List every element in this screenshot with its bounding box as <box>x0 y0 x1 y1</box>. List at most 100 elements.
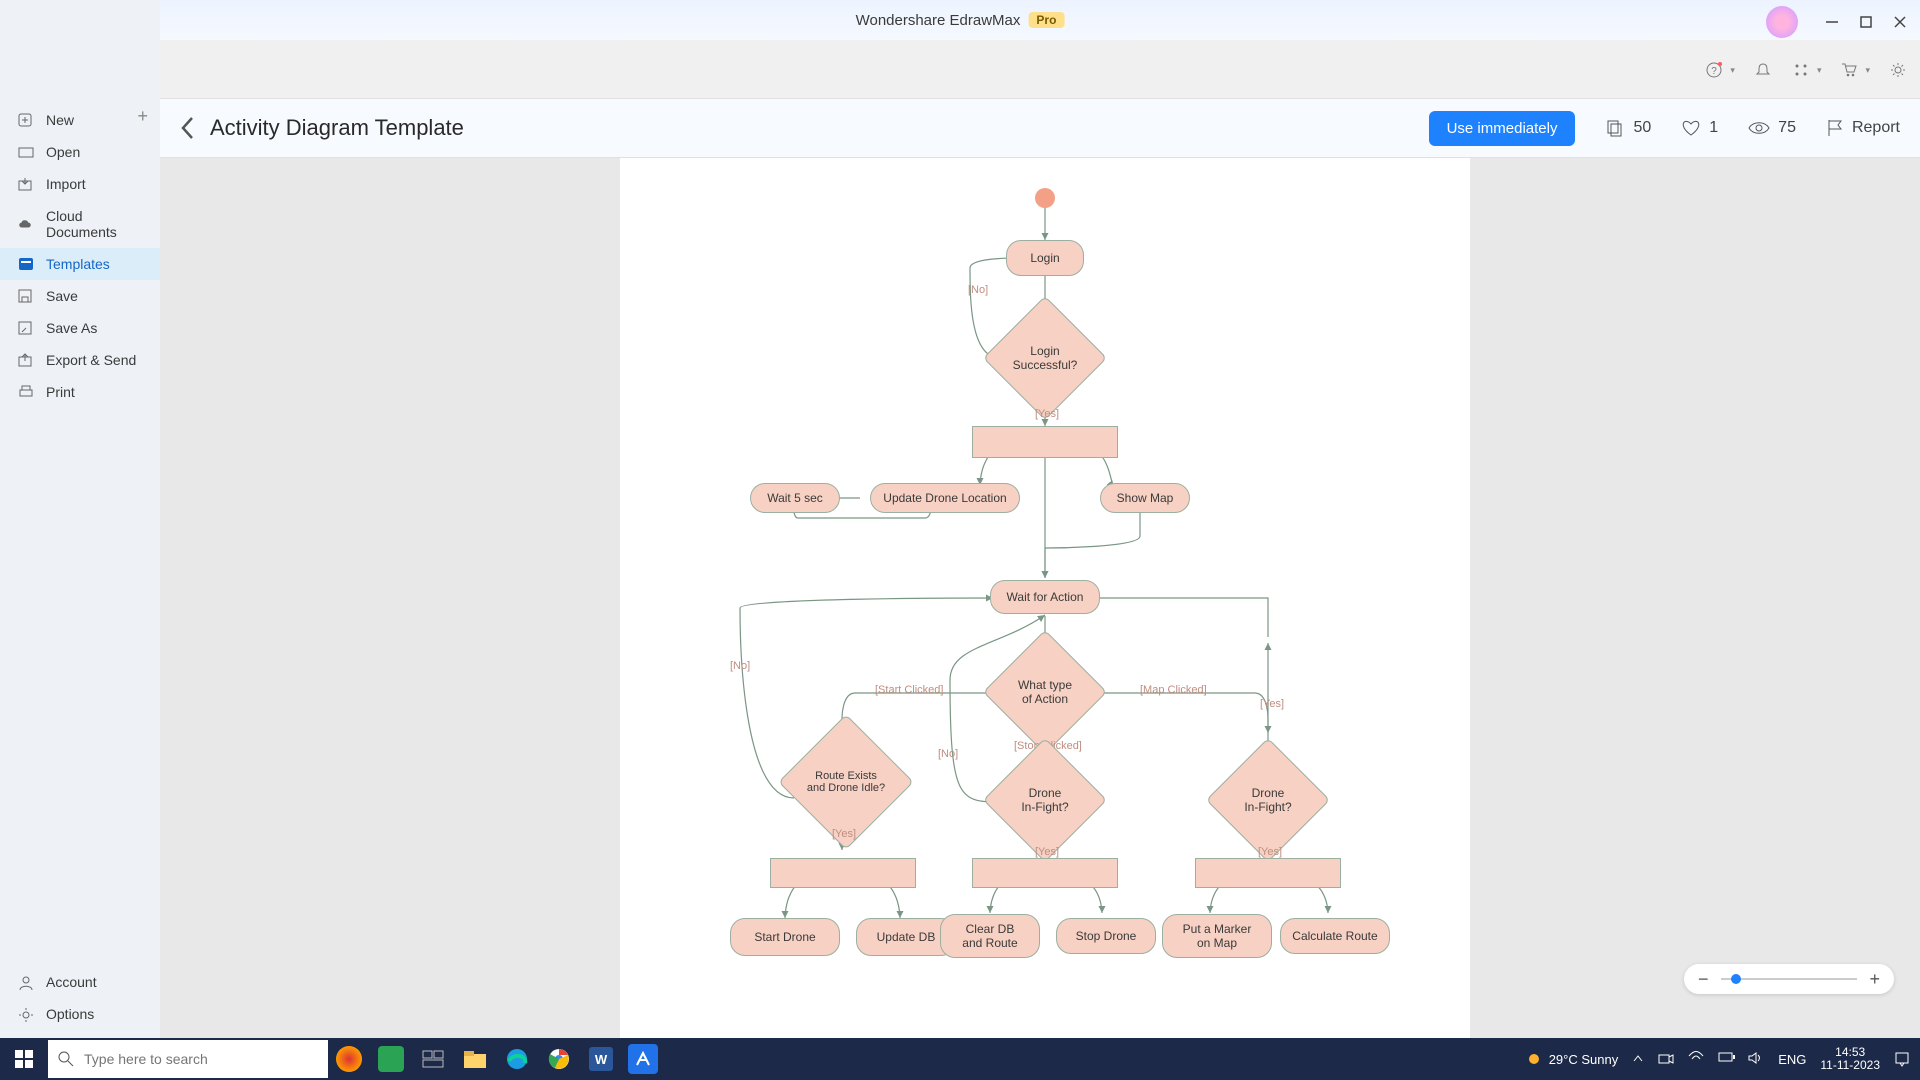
node-drone-infight-1[interactable]: Drone In-Fight? <box>1001 756 1089 844</box>
battery-icon[interactable] <box>1718 1051 1734 1067</box>
use-immediately-button[interactable]: Use immediately <box>1429 111 1576 146</box>
tray-chevron-icon[interactable] <box>1632 1053 1644 1065</box>
maximize-button[interactable] <box>1856 12 1876 32</box>
help-icon[interactable]: ? <box>1704 60 1724 80</box>
node-login-successful[interactable]: Login Successful? <box>1001 314 1089 402</box>
file-explorer-icon[interactable] <box>460 1044 490 1074</box>
sidebar-item-cloud[interactable]: Cloud Documents <box>0 200 160 248</box>
node-show-map[interactable]: Show Map <box>1100 483 1190 513</box>
search-icon <box>58 1051 74 1067</box>
cart-icon[interactable] <box>1839 60 1859 80</box>
save-icon <box>18 289 34 303</box>
sidebar-item-label: Save <box>46 288 78 304</box>
sidebar-item-label: New <box>46 112 74 128</box>
node-stop-drone[interactable]: Stop Drone <box>1056 918 1156 954</box>
apps-chevron-icon[interactable]: ▾ <box>1817 65 1822 76</box>
sidebar-item-label: Cloud Documents <box>46 208 142 240</box>
diagram-canvas[interactable]: Login Login Successful? [No] [Yes] Wait … <box>620 158 1470 1038</box>
page-title: Activity Diagram Template <box>210 115 464 141</box>
notifications-icon[interactable] <box>1894 1051 1910 1067</box>
node-wait-action[interactable]: Wait for Action <box>990 580 1100 614</box>
zoom-out-icon[interactable]: − <box>1698 969 1709 990</box>
settings-gear-icon[interactable] <box>1888 60 1908 80</box>
word-icon[interactable]: W <box>586 1044 616 1074</box>
fork-bar-4[interactable] <box>1195 858 1341 888</box>
sidebar-item-print[interactable]: Print <box>0 376 160 408</box>
node-start-drone[interactable]: Start Drone <box>730 918 840 956</box>
bell-icon[interactable] <box>1753 60 1773 80</box>
node-clear-db[interactable]: Clear DB and Route <box>940 914 1040 958</box>
cart-chevron-icon[interactable]: ▾ <box>1865 65 1870 76</box>
apps-icon[interactable] <box>1791 60 1811 80</box>
minimize-button[interactable] <box>1822 12 1842 32</box>
edrawmax-icon[interactable] <box>628 1044 658 1074</box>
node-what-type[interactable]: What type of Action <box>1001 648 1089 736</box>
node-calc-route[interactable]: Calculate Route <box>1280 918 1390 954</box>
sidebar: New + Open Import Cloud Documents Templa… <box>0 0 160 1080</box>
node-login[interactable]: Login <box>1006 240 1084 276</box>
sidebar-item-label: Print <box>46 384 75 400</box>
edge-label-start: [Start Clicked] <box>875 684 943 696</box>
task-view-icon[interactable] <box>418 1044 448 1074</box>
node-update-drone-loc[interactable]: Update Drone Location <box>870 483 1020 513</box>
weather-widget[interactable]: 29°C Sunny <box>1525 1050 1619 1068</box>
clock[interactable]: 14:53 11-11-2023 <box>1820 1046 1880 1072</box>
meet-now-icon[interactable] <box>1658 1051 1674 1067</box>
folder-open-icon <box>18 145 34 159</box>
zoom-control[interactable]: − + <box>1684 964 1894 994</box>
edge-label-yes2: [Yes] <box>1260 698 1284 710</box>
zoom-slider[interactable] <box>1721 978 1858 980</box>
fork-bar-1[interactable] <box>972 426 1118 458</box>
fork-bar-3[interactable] <box>972 858 1118 888</box>
copies-metric[interactable]: 50 <box>1605 118 1651 138</box>
edge-label-map: [Map Clicked] <box>1140 684 1207 696</box>
sidebar-item-save[interactable]: Save <box>0 280 160 312</box>
sidebar-item-options[interactable]: Options <box>0 998 160 1030</box>
edge-icon[interactable] <box>502 1044 532 1074</box>
sidebar-item-import[interactable]: Import <box>0 168 160 200</box>
sidebar-item-label: Account <box>46 974 97 990</box>
svg-text:?: ? <box>1712 66 1718 77</box>
new-plus-icon[interactable]: + <box>137 106 148 127</box>
search-input[interactable] <box>84 1051 318 1067</box>
likes-metric[interactable]: 1 <box>1681 118 1718 138</box>
sidebar-item-export[interactable]: Export & Send <box>0 344 160 376</box>
report-button[interactable]: Report <box>1826 118 1900 138</box>
taskbar-app-1[interactable] <box>334 1044 364 1074</box>
language-indicator[interactable]: ENG <box>1778 1052 1806 1067</box>
volume-icon[interactable] <box>1748 1051 1764 1067</box>
node-route-exists[interactable]: Route Exists and Drone Idle? <box>798 734 894 830</box>
node-drone-infight-2[interactable]: Drone In-Fight? <box>1224 756 1312 844</box>
app-title-area: Wondershare EdrawMax Pro <box>856 12 1065 29</box>
flag-icon <box>1826 118 1844 138</box>
start-button[interactable] <box>0 1038 48 1080</box>
wifi-icon[interactable] <box>1688 1051 1704 1067</box>
sidebar-item-account[interactable]: Account <box>0 966 160 998</box>
account-icon <box>18 975 34 989</box>
sidebar-item-new[interactable]: New + <box>0 104 160 136</box>
views-metric[interactable]: 75 <box>1748 119 1796 137</box>
save-as-icon <box>18 321 34 335</box>
zoom-in-icon[interactable]: + <box>1869 969 1880 990</box>
node-put-marker[interactable]: Put a Marker on Map <box>1162 914 1272 958</box>
edge-label-yes5: [Yes] <box>1258 846 1282 858</box>
windows-taskbar[interactable]: W 29°C Sunny ENG 14:53 11-11-2023 <box>0 1038 1920 1080</box>
taskbar-search[interactable] <box>48 1040 328 1078</box>
chrome-icon[interactable] <box>544 1044 574 1074</box>
canvas-area[interactable]: Login Login Successful? [No] [Yes] Wait … <box>160 158 1920 1046</box>
fork-bar-2[interactable] <box>770 858 916 888</box>
export-icon <box>18 353 34 367</box>
help-chevron-icon[interactable]: ▾ <box>1730 65 1735 76</box>
close-button[interactable] <box>1890 12 1910 32</box>
eye-icon <box>1748 120 1770 136</box>
taskbar-app-2[interactable] <box>376 1044 406 1074</box>
edge-label-no2: [No] <box>730 660 750 672</box>
start-node[interactable] <box>1035 188 1055 208</box>
sidebar-item-saveas[interactable]: Save As <box>0 312 160 344</box>
sidebar-item-open[interactable]: Open <box>0 136 160 168</box>
sidebar-item-templates[interactable]: Templates <box>0 248 160 280</box>
copy-icon <box>1605 118 1625 138</box>
back-chevron-icon[interactable] <box>180 116 196 140</box>
node-wait5[interactable]: Wait 5 sec <box>750 483 840 513</box>
user-avatar[interactable] <box>1766 6 1798 38</box>
